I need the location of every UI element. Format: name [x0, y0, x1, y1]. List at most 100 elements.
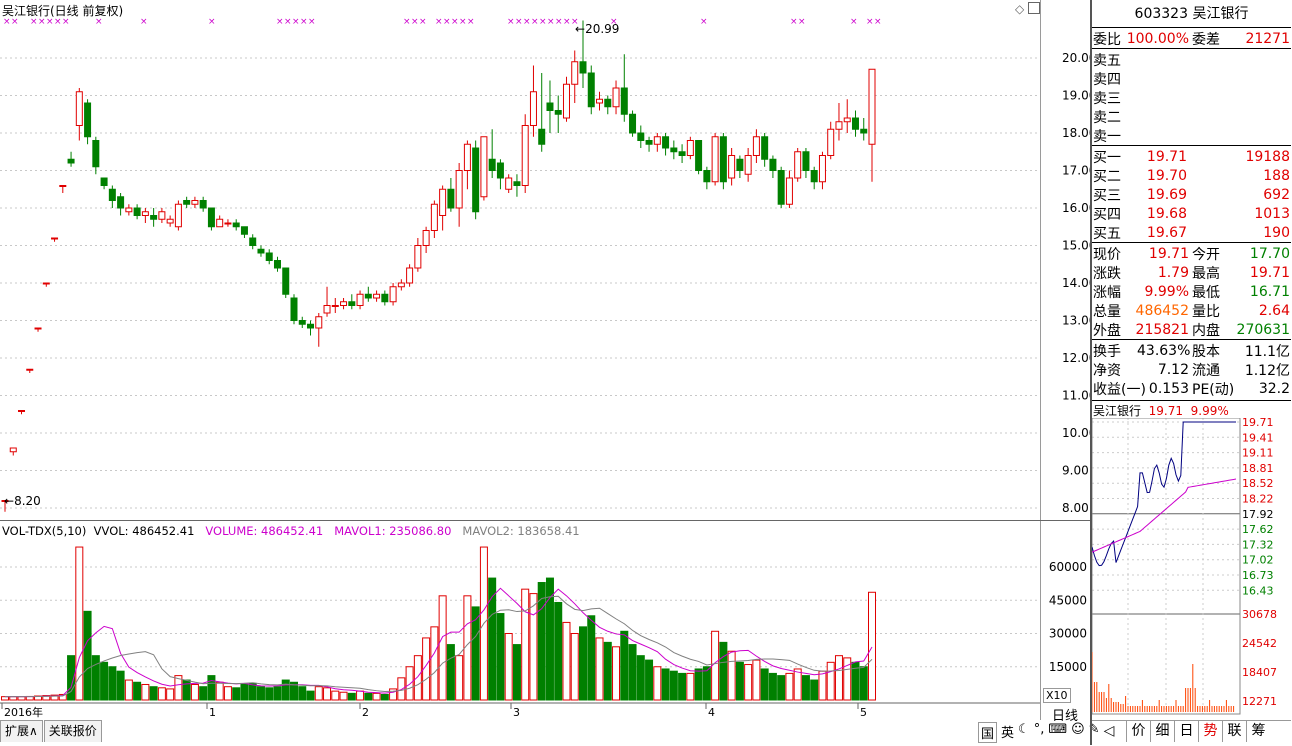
- price-tick-label: 9.00: [1062, 464, 1089, 478]
- candle-body: [843, 117, 851, 123]
- stat-value: 1.79: [1157, 264, 1189, 281]
- maximize-icon[interactable]: [1028, 2, 1040, 14]
- tab-trend[interactable]: 势: [1198, 721, 1222, 742]
- mini-price-tick: 17.62: [1242, 523, 1274, 536]
- candle-body: [472, 147, 480, 213]
- volume-bar: [273, 686, 282, 701]
- pane-divider[interactable]: [0, 520, 1090, 521]
- buy-row: 买五 19.67 190: [1092, 223, 1291, 242]
- candle-body: [480, 136, 488, 198]
- volume-bar: [521, 588, 530, 701]
- tab-link[interactable]: 联: [1222, 721, 1246, 742]
- keyboard-icon[interactable]: ⌨: [1048, 722, 1067, 743]
- vol-tick-label: 15000: [1049, 660, 1087, 674]
- candle-body: [414, 245, 422, 269]
- volume-bar: [818, 670, 827, 701]
- date-tick-label: 4: [708, 706, 715, 719]
- candle-body: [389, 286, 397, 303]
- moon-icon[interactable]: ☾: [1018, 722, 1030, 743]
- candle-body: [562, 83, 570, 119]
- tab-detail[interactable]: 细: [1150, 721, 1174, 742]
- main-chart[interactable]: × × × × × × × × × × × × × × × × × × × × × × × × × × × × × × × × × × × × × × × …: [0, 0, 1090, 720]
- mini-price-tick: 18.52: [1242, 477, 1274, 490]
- volume-bar: [430, 626, 439, 701]
- ime-icon[interactable]: 国: [978, 722, 998, 743]
- mini-vol-tick: 18407: [1242, 666, 1277, 679]
- price-tick-label: 14.00: [1062, 276, 1090, 290]
- candle-body: [571, 61, 579, 85]
- ime-lang-icon[interactable]: 英: [1001, 722, 1014, 743]
- stat-value: 19.71: [1249, 264, 1290, 281]
- candle-body: [629, 113, 637, 134]
- signal-marker: ×: [850, 17, 858, 27]
- fund-label: 换手: [1093, 343, 1121, 360]
- volume-bar: [306, 690, 315, 701]
- volume-bar: [265, 687, 274, 701]
- volume-bar: [587, 615, 596, 701]
- candle-body: [637, 132, 645, 141]
- volume-bar: [166, 688, 175, 701]
- candle-body: [249, 237, 257, 246]
- volume-bar: [215, 681, 224, 701]
- signal-marker: ×: [300, 17, 308, 27]
- signal-marker: ×: [515, 17, 523, 27]
- mini-price-tick: 19.41: [1242, 431, 1274, 444]
- candle-body: [34, 327, 42, 330]
- weibi-row: 委比 100.00% 委差 21271: [1092, 29, 1291, 48]
- volume-bar: [248, 682, 257, 701]
- volume-bar: [298, 686, 307, 701]
- candle-body: [529, 91, 537, 126]
- stat-value: 16.71: [1249, 283, 1290, 300]
- tab-related-quote[interactable]: 关联报价: [43, 720, 102, 742]
- stat-label: 内盘: [1192, 322, 1220, 339]
- volume-bar: [768, 672, 777, 701]
- mini-vol-tick: 30678: [1242, 608, 1277, 621]
- buy-price: 19.71: [1146, 148, 1187, 165]
- candle-body: [810, 170, 818, 183]
- intraday-chart[interactable]: 19.71 19.41 19.11 18.81 18.52 18.22 17.92 17.62…: [1092, 418, 1291, 718]
- volume-bar: [323, 687, 332, 701]
- mini-price-tick: 17.32: [1242, 538, 1274, 551]
- volume-bar: [108, 666, 117, 701]
- fund-label: 收益(一): [1093, 381, 1146, 398]
- candle-body: [686, 140, 694, 156]
- candle-body: [868, 68, 876, 145]
- vol-tick-label: 60000: [1049, 560, 1087, 574]
- volume-bar: [686, 672, 695, 701]
- stat-value: 486452: [1135, 302, 1189, 319]
- price-tick-label: 12.00: [1062, 351, 1090, 365]
- candle-body: [670, 147, 678, 153]
- punct-icon[interactable]: °,: [1034, 722, 1045, 743]
- fund-value: 32.2: [1258, 380, 1290, 397]
- mini-price-tick: 18.81: [1242, 462, 1274, 475]
- low-price-label: ←8.20: [4, 494, 41, 508]
- buy-label: 买四: [1093, 206, 1121, 223]
- candle-body: [439, 188, 447, 216]
- candle-body: [315, 316, 323, 329]
- tab-arrow-icon[interactable]: ◁: [1092, 721, 1126, 742]
- buy-row: 买二 19.70 188: [1092, 166, 1291, 185]
- tab-daily[interactable]: 日: [1174, 721, 1198, 742]
- candle-body: [191, 200, 199, 205]
- diamond-icon[interactable]: ◇: [1015, 2, 1024, 16]
- bottom-right-tabs: ◁ 价 细 日 势 联 筹: [1092, 720, 1291, 746]
- volume-bar: [397, 677, 406, 701]
- fund-value: 0.153: [1148, 380, 1189, 397]
- tab-expand[interactable]: 扩展∧: [0, 720, 43, 742]
- user-icon[interactable]: ☺: [1071, 722, 1085, 743]
- signal-marker: ×: [292, 17, 300, 27]
- tab-price[interactable]: 价: [1126, 721, 1150, 742]
- candle-body: [42, 282, 50, 285]
- volume-bar: [868, 591, 876, 701]
- mini-price: 19.71: [1148, 404, 1184, 418]
- candle-body: [785, 177, 793, 205]
- volume-bar: [612, 646, 621, 701]
- volume-bar: [735, 661, 744, 701]
- candle-body: [51, 237, 59, 240]
- candle-body: [117, 196, 125, 209]
- candle-body: [232, 222, 240, 228]
- volume-bar: [719, 641, 728, 701]
- tab-chips[interactable]: 筹: [1246, 721, 1270, 742]
- volume-bar: [182, 679, 191, 701]
- candle-body: [430, 203, 438, 231]
